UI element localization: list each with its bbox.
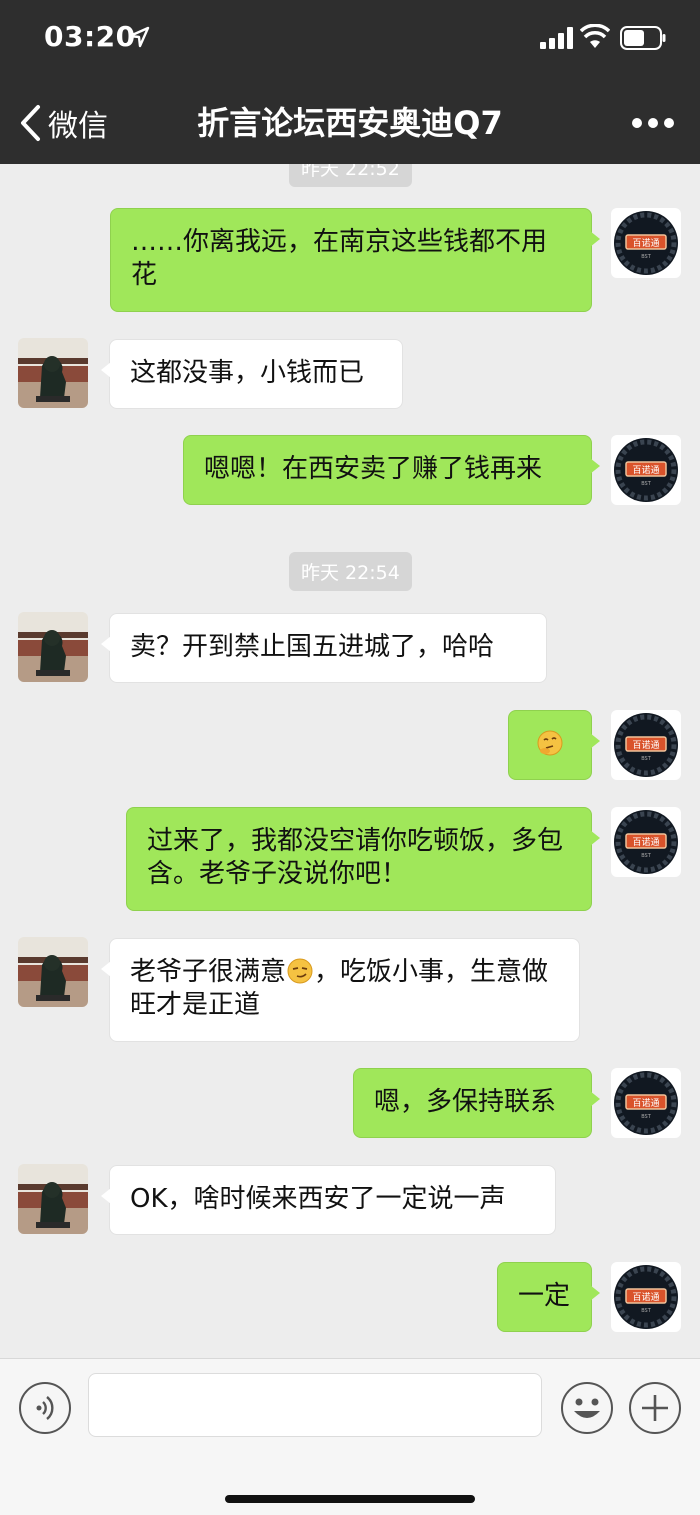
message-bubble-sent[interactable] xyxy=(508,710,600,780)
smirk-face-icon xyxy=(287,958,313,984)
message-bubble-sent[interactable]: 嗯，多保持联系 xyxy=(353,1068,600,1138)
input-bar xyxy=(0,1358,700,1515)
message-input[interactable] xyxy=(88,1373,542,1437)
message-list[interactable]: 昨天 22:52 ……你离我远，在南京这些钱都不用花 百诺通 BST 这都没事，小… xyxy=(0,164,700,1358)
avatar-self[interactable]: 百诺通 BST xyxy=(611,435,681,505)
logo-subtext: BST xyxy=(641,481,652,487)
thinking-face-icon xyxy=(537,730,563,756)
more-dots-icon[interactable] xyxy=(630,112,676,134)
message-bubble-received[interactable]: 老爷子很满意 ，吃饭小事，生意做旺才是正道 xyxy=(101,938,580,1042)
avatar-self[interactable]: 百诺通 BST xyxy=(611,1262,681,1332)
message-bubble-sent[interactable]: 嗯嗯！在西安卖了赚了钱再来 xyxy=(183,435,600,505)
message-bubble-sent[interactable]: ……你离我远，在南京这些钱都不用花 xyxy=(110,208,600,312)
avatar-self[interactable]: 百诺通 BST xyxy=(611,710,681,780)
avatar-contact[interactable] xyxy=(18,937,88,1007)
nav-header: 03:20 微信 折言论坛西安奥迪Q7 xyxy=(0,0,700,164)
timestamp-pill: 昨天 22:54 xyxy=(289,552,412,591)
logo-subtext: BST xyxy=(641,853,652,859)
location-arrow-icon xyxy=(128,26,150,48)
battery-icon xyxy=(620,26,666,50)
message-bubble-sent[interactable]: 一定 xyxy=(497,1262,600,1332)
logo-text: 百诺通 xyxy=(632,465,659,476)
logo-text: 百诺通 xyxy=(632,1098,659,1109)
status-time: 03:20 xyxy=(44,20,136,53)
message-text: 老爷子很满意 xyxy=(130,957,287,987)
plus-icon[interactable] xyxy=(628,1381,682,1435)
chat-title: 折言论坛西安奥迪Q7 xyxy=(197,104,503,142)
timestamp-pill: 昨天 22:52 xyxy=(289,164,412,187)
cell-signal-icon xyxy=(540,27,573,49)
logo-subtext: BST xyxy=(641,1308,652,1314)
logo-subtext: BST xyxy=(641,254,652,260)
logo-text: 百诺通 xyxy=(632,740,659,751)
message-bubble-received[interactable]: 这都没事，小钱而已 xyxy=(101,339,403,409)
logo-subtext: BST xyxy=(641,756,652,762)
voice-icon[interactable] xyxy=(18,1381,72,1435)
avatar-self[interactable]: 百诺通 BST xyxy=(611,208,681,278)
logo-subtext: BST xyxy=(641,1114,652,1120)
avatar-contact[interactable] xyxy=(18,1164,88,1234)
message-bubble-received[interactable]: 卖？开到禁止国五进城了，哈哈 xyxy=(101,613,547,683)
avatar-self[interactable]: 百诺通 BST xyxy=(611,1068,681,1138)
avatar-self[interactable]: 百诺通 BST xyxy=(611,807,681,877)
logo-text: 百诺通 xyxy=(632,1292,659,1303)
message-bubble-received[interactable]: OK，啥时候来西安了一定说一声 xyxy=(101,1165,556,1235)
logo-text: 百诺通 xyxy=(632,238,659,249)
logo-text: 百诺通 xyxy=(632,837,659,848)
avatar-contact[interactable] xyxy=(18,612,88,682)
avatar-contact[interactable] xyxy=(18,338,88,408)
emoji-icon[interactable] xyxy=(560,1381,614,1435)
home-indicator xyxy=(225,1495,475,1503)
message-bubble-sent[interactable]: 过来了，我都没空请你吃顿饭，多包含。老爷子没说你吧！ xyxy=(126,807,600,911)
wifi-icon xyxy=(580,24,610,48)
